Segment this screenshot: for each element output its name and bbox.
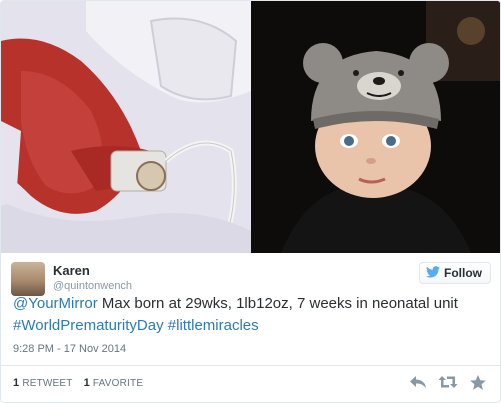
tweet-timestamp[interactable]: 9:28 PM - 17 Nov 2014 bbox=[13, 343, 126, 355]
tweet-text: @YourMirror Max born at 29wks, 1lb12oz, … bbox=[13, 293, 493, 337]
tweet-card: Karen @quintonwench Follow @YourMirror M… bbox=[0, 0, 501, 403]
favorite-label: FAVORITE bbox=[92, 378, 144, 389]
media-grid bbox=[1, 1, 500, 253]
retweet-label: RETWEET bbox=[22, 378, 73, 389]
author-avatar[interactable] bbox=[11, 262, 45, 296]
author-display-name[interactable]: Karen bbox=[53, 263, 90, 278]
photo-toddler[interactable] bbox=[251, 1, 500, 253]
tweet-actions bbox=[408, 373, 488, 391]
mention-link[interactable]: @YourMirror bbox=[13, 295, 98, 312]
toddler-image bbox=[251, 1, 500, 253]
premature-baby-image bbox=[1, 1, 251, 253]
favorite-star-icon[interactable] bbox=[468, 373, 488, 391]
tweet-body: Max born at 29wks, 1lb12oz, 7 weeks in n… bbox=[97, 295, 458, 312]
follow-button[interactable]: Follow bbox=[419, 262, 491, 284]
photo-premature-baby[interactable] bbox=[1, 1, 251, 253]
follow-label: Follow bbox=[444, 266, 482, 280]
retweet-stat[interactable]: 1 RETWEET bbox=[13, 377, 73, 389]
retweet-count: 1 bbox=[13, 377, 20, 389]
favorite-count: 1 bbox=[83, 377, 90, 389]
favorite-stat[interactable]: 1 FAVORITE bbox=[83, 377, 144, 389]
reply-icon[interactable] bbox=[408, 373, 428, 391]
author-handle[interactable]: @quintonwench bbox=[53, 280, 132, 292]
divider bbox=[1, 365, 500, 366]
hashtag-link[interactable]: #WorldPrematurityDay bbox=[13, 317, 164, 334]
retweet-icon[interactable] bbox=[438, 373, 458, 391]
hashtag-link[interactable]: #littlemiracles bbox=[168, 317, 259, 334]
twitter-bird-icon bbox=[426, 265, 440, 281]
tweet-stats: 1 RETWEET 1 FAVORITE bbox=[13, 377, 151, 389]
